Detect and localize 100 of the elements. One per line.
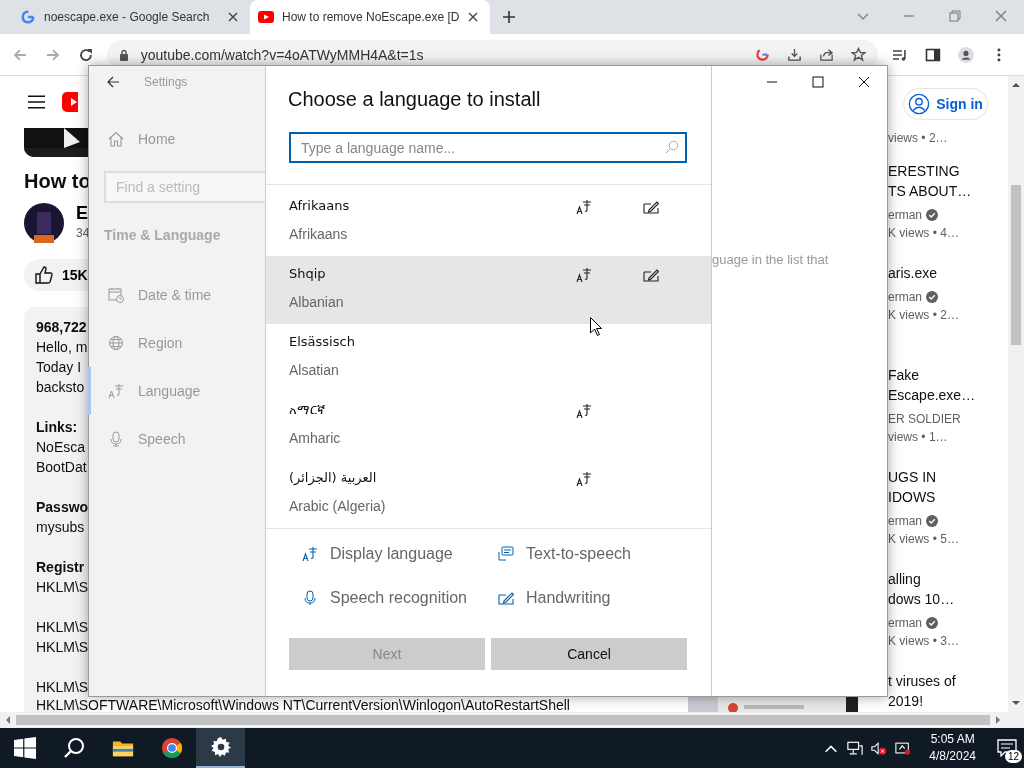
microphone-icon: [108, 431, 124, 447]
network-icon[interactable]: [847, 740, 864, 756]
cursor-icon: [590, 317, 602, 336]
section-heading: Time & Language: [103, 226, 222, 245]
description-line: backsto: [36, 378, 85, 397]
video-title[interactable]: Escape.exe…: [888, 385, 1008, 405]
horizontal-scrollbar[interactable]: [0, 712, 1024, 728]
pen-icon: [643, 199, 660, 215]
menu-icon[interactable]: [27, 94, 46, 110]
speech-bubble-icon: [498, 546, 514, 562]
close-tab-icon[interactable]: [228, 12, 238, 22]
channel-name[interactable]: E: [76, 202, 90, 224]
monitor-alert-icon[interactable]: [895, 740, 912, 756]
language-option[interactable]: Elsässisch Alsatian: [266, 324, 711, 392]
language-english-name: Afrikaans: [289, 225, 349, 244]
video-title[interactable]: IDOWS: [888, 487, 1008, 507]
browser-tab[interactable]: How to remove NoEscape.exe [D: [250, 0, 490, 34]
legend-label: Text-to-speech: [526, 545, 631, 563]
scroll-right-icon[interactable]: [995, 716, 1001, 724]
description-line: mysubs: [36, 518, 85, 537]
back-arrow-icon[interactable]: [106, 75, 120, 89]
description-line: HKLM\S: [36, 618, 89, 637]
profile-icon[interactable]: [958, 46, 975, 63]
globe-icon: [108, 335, 124, 351]
language-icon: [575, 471, 592, 487]
video-title[interactable]: UGS IN: [888, 467, 1008, 487]
channel-avatar[interactable]: [24, 203, 64, 243]
gear-icon: [209, 736, 232, 758]
video-title[interactable]: Fake: [888, 365, 1008, 385]
channel-name[interactable]: erman: [888, 205, 922, 225]
close-icon[interactable]: [858, 76, 870, 88]
microphone-icon: [302, 590, 318, 606]
channel-name[interactable]: erman: [888, 613, 922, 633]
video-meta: K views • 3…: [888, 633, 960, 650]
description-line: HKLM\S: [36, 678, 89, 697]
close-tab-icon[interactable]: [468, 12, 478, 22]
scroll-up-icon[interactable]: [1012, 82, 1020, 88]
dialog-title: Choose a language to install: [287, 87, 542, 112]
video-title[interactable]: TS ABOUT…: [888, 181, 1008, 201]
language-icon: [575, 267, 592, 283]
description-line: 968,722: [36, 318, 87, 337]
taskbar-button[interactable]: [196, 728, 245, 768]
reload-icon[interactable]: [77, 46, 94, 63]
video-title[interactable]: aris.exe: [888, 263, 1008, 283]
window-title: Settings: [144, 75, 188, 89]
scroll-left-icon[interactable]: [5, 716, 11, 724]
video-meta: K views • 2…: [888, 307, 960, 324]
notifications-button[interactable]: 12: [990, 728, 1024, 768]
maximize-icon[interactable]: [812, 76, 824, 88]
lock-icon: [118, 48, 129, 61]
description-line: Passwo: [36, 498, 89, 517]
description-line: HKLM\S: [36, 638, 89, 657]
language-name: Shqip: [289, 265, 327, 283]
clock[interactable]: 5:05 AM 4/8/2024: [929, 731, 976, 765]
description-line: NoEsca: [36, 438, 86, 457]
browser-tab[interactable]: noescape.exe - Google Search: [0, 0, 250, 34]
language-icon: [108, 383, 124, 399]
video-meta: K views • 4…: [888, 225, 960, 242]
new-tab-icon[interactable]: [502, 10, 516, 24]
description-line: Today I: [36, 358, 82, 377]
side-panel-icon[interactable]: [925, 46, 942, 63]
language-option[interactable]: Shqip Albanian: [266, 256, 711, 324]
language-name: Afrikaans: [289, 197, 351, 215]
video-title[interactable]: t viruses of: [888, 671, 1008, 691]
language-option[interactable]: Afrikaans Afrikaans: [266, 188, 711, 256]
scrollbar-thumb[interactable]: [1011, 185, 1021, 345]
share-icon[interactable]: [819, 47, 835, 62]
google-icon: [20, 10, 36, 24]
video-title[interactable]: dows 10…: [888, 589, 1008, 609]
download-icon[interactable]: [787, 47, 803, 62]
notification-count: 12: [1004, 750, 1022, 763]
dialog-button[interactable]: Cancel: [491, 638, 687, 670]
subscriber-count: 34: [76, 225, 90, 242]
channel-name[interactable]: erman: [888, 287, 922, 307]
video-title[interactable]: alling: [888, 569, 1008, 589]
scrollbar-thumb[interactable]: [16, 715, 990, 725]
legend-label: Speech recognition: [330, 589, 467, 607]
video-title[interactable]: ERESTING: [888, 161, 1008, 181]
channel-name[interactable]: erman: [888, 511, 922, 531]
channel-name[interactable]: ER SOLDIER: [888, 409, 961, 429]
video-title[interactable]: 2019!: [888, 691, 1008, 711]
video-meta: views • 1…: [888, 429, 949, 446]
language-english-name: Albanian: [289, 293, 345, 312]
muted-speaker-icon[interactable]: [871, 740, 888, 756]
description-line: HKLM\S: [36, 578, 89, 597]
language-name: Elsässisch: [289, 333, 356, 351]
star-icon[interactable]: [851, 47, 867, 62]
chrome-icon: [160, 737, 183, 759]
like-button[interactable]: 15K: [24, 259, 88, 291]
legend-label: Display language: [330, 545, 453, 563]
search-field[interactable]: Type a language name...: [289, 132, 687, 163]
language-option[interactable]: አማርኛ Amharic: [266, 392, 711, 460]
vertical-scrollbar[interactable]: [1008, 76, 1024, 712]
youtube-logo-icon[interactable]: [62, 92, 78, 112]
verified-icon: [926, 617, 938, 629]
pen-icon: [498, 590, 514, 606]
scroll-down-icon[interactable]: [1012, 700, 1020, 706]
description-line: Links:: [36, 418, 78, 437]
video-meta: K views • 5…: [888, 531, 960, 548]
google-icon[interactable]: [755, 47, 771, 62]
